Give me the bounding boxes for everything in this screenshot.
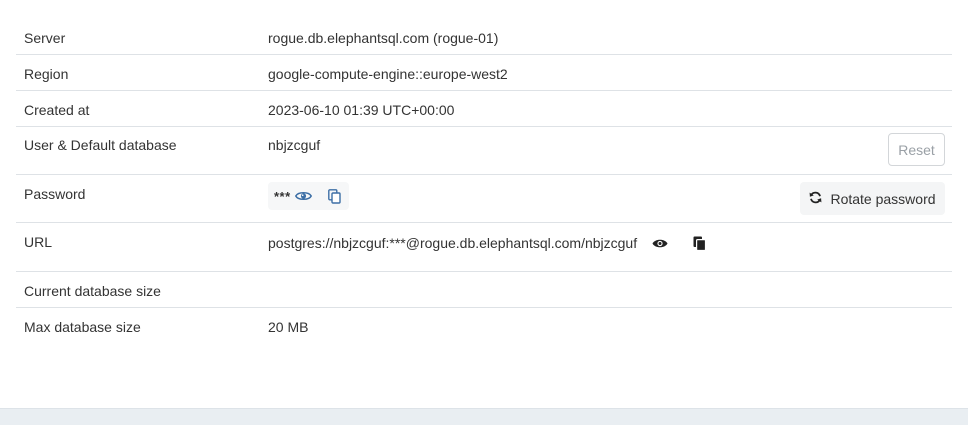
- user-value: nbjzcguf: [268, 137, 321, 153]
- instance-details-table: Server rogue.db.elephantsql.com (rogue-0…: [16, 19, 952, 344]
- user-row: User & Default database nbjzcguf Reset: [16, 127, 952, 175]
- server-row: Server rogue.db.elephantsql.com (rogue-0…: [16, 19, 952, 55]
- page-footer-strip: [0, 408, 968, 425]
- password-mask: ***: [274, 188, 291, 204]
- password-label: Password: [24, 186, 86, 202]
- created-at-value: 2023-06-10 01:39 UTC+00:00: [268, 102, 455, 118]
- url-value-group: postgres://nbjzcguf:***@rogue.db.elephan…: [268, 235, 707, 251]
- copy-icon[interactable]: [693, 236, 707, 251]
- url-row: URL postgres://nbjzcguf:***@rogue.db.ele…: [16, 223, 952, 272]
- user-label: User & Default database: [24, 137, 177, 153]
- url-value: postgres://nbjzcguf:***@rogue.db.elephan…: [268, 235, 638, 251]
- server-value: rogue.db.elephantsql.com (rogue-01): [268, 30, 499, 46]
- max-size-row: Max database size 20 MB: [16, 308, 952, 344]
- created-at-label: Created at: [24, 102, 90, 118]
- reset-button[interactable]: Reset: [888, 133, 945, 166]
- password-field: ***: [268, 182, 349, 210]
- copy-icon[interactable]: [327, 188, 341, 204]
- eye-icon[interactable]: [652, 238, 668, 249]
- region-row: Region google-compute-engine::europe-wes…: [16, 55, 952, 91]
- rotate-password-button[interactable]: Rotate password: [800, 182, 945, 215]
- region-value: google-compute-engine::europe-west2: [268, 66, 508, 82]
- current-size-label: Current database size: [24, 283, 161, 299]
- region-label: Region: [24, 66, 69, 82]
- password-row: Password *** Rotate password: [16, 175, 952, 223]
- rotate-password-label: Rotate password: [830, 190, 936, 207]
- eye-icon[interactable]: [294, 190, 312, 202]
- created-at-row: Created at 2023-06-10 01:39 UTC+00:00: [16, 91, 952, 127]
- max-size-value: 20 MB: [268, 319, 309, 335]
- server-label: Server: [24, 30, 66, 46]
- max-size-label: Max database size: [24, 319, 141, 335]
- refresh-icon: [809, 191, 822, 207]
- current-size-row: Current database size: [16, 272, 952, 308]
- url-label: URL: [24, 234, 53, 250]
